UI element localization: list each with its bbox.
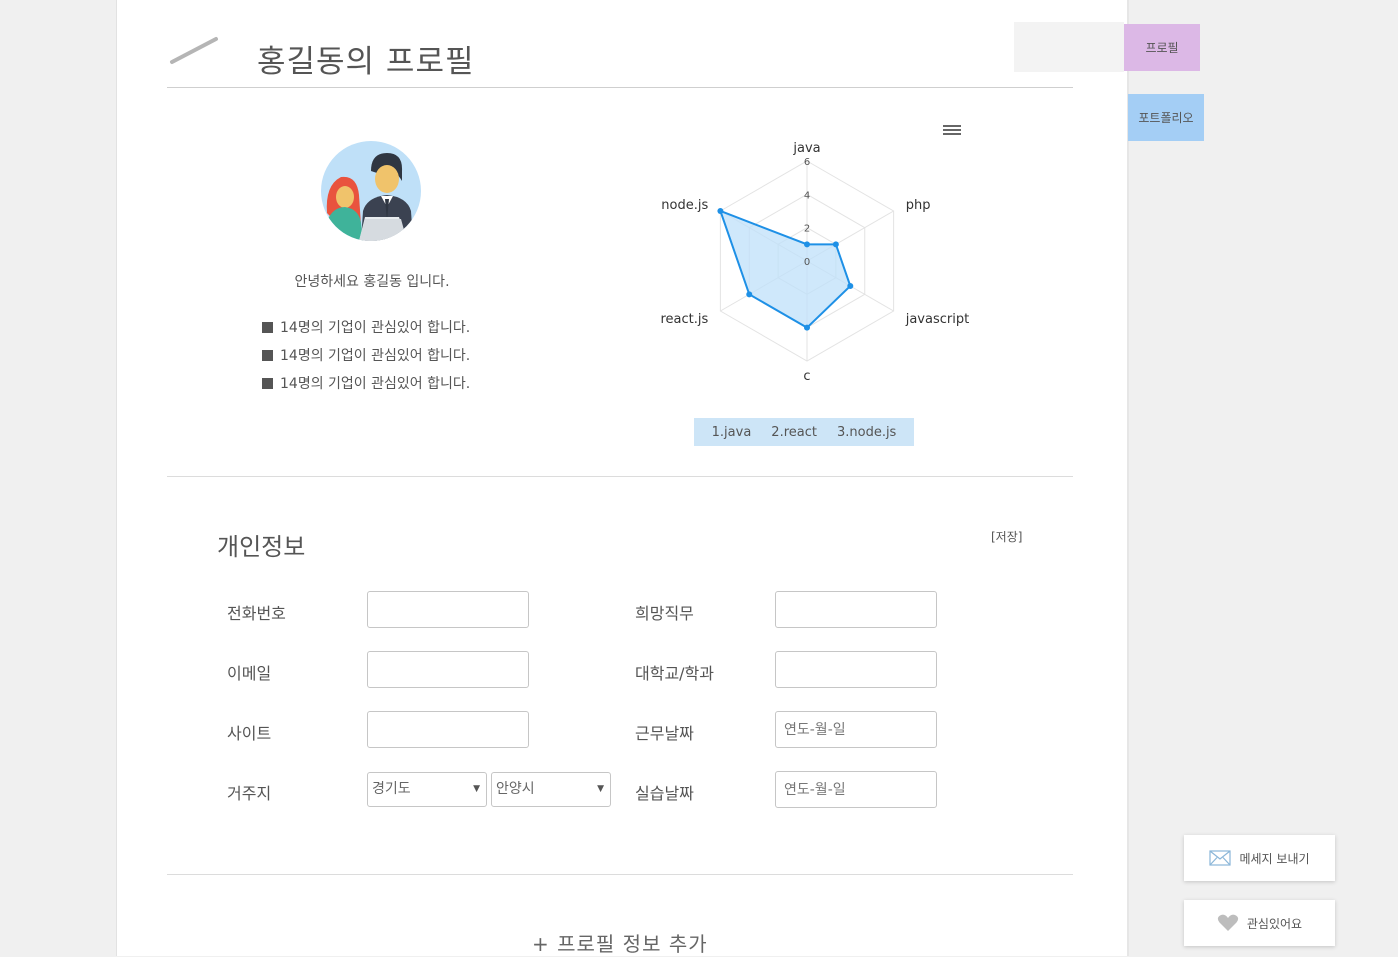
site-input[interactable] [367, 711, 529, 748]
legend-item: 1.java [711, 424, 752, 440]
main-panel: 홍길동의 프로필 안녕하세요 홍길동 입니다. 14명의 기업이 관심있어 합니… [116, 0, 1129, 956]
address-label: 거주지 [227, 784, 272, 803]
dropdown-arrow-icon: ▼ [597, 784, 604, 794]
category-label: php [906, 198, 931, 213]
page-title: 홍길동의 프로필 [257, 44, 475, 80]
data-point [804, 241, 810, 248]
category-label: react.js [660, 312, 708, 327]
chart-legend: 1.java 2.react 3.node.js [694, 418, 914, 446]
list-item: 14명의 기업이 관심있어 합니다. [262, 347, 470, 375]
interest-list: 14명의 기업이 관심있어 합니다. 14명의 기업이 관심있어 합니다. 14… [262, 319, 470, 403]
avatar-illustration-icon [321, 141, 421, 241]
hamburger-menu-icon[interactable] [943, 122, 961, 138]
section-title: 개인정보 [217, 533, 306, 561]
divider [1127, 0, 1129, 956]
school-label: 대학교/학과 [635, 664, 714, 683]
envelope-icon [1209, 850, 1232, 866]
email-label: 이메일 [227, 664, 272, 683]
heart-icon [1217, 914, 1239, 931]
send-message-button[interactable]: 메세지 보내기 [1184, 835, 1335, 881]
radial-tick-label: 4 [804, 190, 810, 201]
category-label: node.js [661, 198, 708, 213]
save-button[interactable]: [저장] [991, 528, 1022, 545]
province-value: 경기도 [372, 781, 411, 797]
data-point [717, 208, 724, 214]
work-date-input[interactable] [775, 711, 937, 748]
data-point [804, 324, 810, 331]
email-input[interactable] [367, 651, 529, 688]
square-bullet-icon [262, 378, 273, 389]
interest-text: 14명의 기업이 관심있어 합니다. [280, 376, 471, 392]
tab-portfolio[interactable]: 포트폴리오 [1128, 94, 1204, 141]
legend-item: 2.react [771, 424, 817, 440]
phone-input[interactable] [367, 591, 529, 628]
profile-summary: 안녕하세요 홍길동 입니다. 14명의 기업이 관심있어 합니다. 14명의 기… [167, 88, 1073, 477]
side-tab-background [1014, 22, 1124, 72]
tab-profile[interactable]: 프로필 [1124, 24, 1200, 71]
pen-icon [170, 37, 218, 64]
interest-button[interactable]: 관심있어요 [1184, 900, 1335, 946]
data-point [847, 283, 854, 289]
send-message-label: 메세지 보내기 [1239, 851, 1310, 866]
interest-text: 14명의 기업이 관심있어 합니다. [280, 348, 471, 364]
school-input[interactable] [775, 651, 937, 688]
radial-tick-label: 2 [804, 224, 810, 235]
phone-label: 전화번호 [227, 604, 286, 623]
data-point [746, 291, 753, 298]
square-bullet-icon [262, 322, 273, 333]
legend-item: 3.node.js [836, 424, 897, 440]
job-input[interactable] [775, 591, 937, 628]
list-item: 14명의 기업이 관심있어 합니다. [262, 319, 470, 347]
list-item: 14명의 기업이 관심있어 합니다. [262, 375, 470, 403]
work-date-label: 근무날짜 [635, 724, 694, 743]
province-select[interactable]: 경기도 ▼ [367, 772, 487, 807]
job-label: 희망직무 [635, 604, 694, 623]
category-label: java [792, 141, 820, 156]
intern-date-input[interactable] [775, 771, 937, 808]
city-select[interactable]: 안양시 ▼ [491, 772, 611, 807]
data-point [832, 241, 839, 248]
city-value: 안양시 [496, 781, 535, 797]
personal-info-section: 개인정보 [저장] 전화번호 이메일 사이트 거주지 경기도 ▼ 안양시 ▼ 희… [167, 477, 1073, 875]
add-profile-info-button[interactable]: + 프로필 정보 추가 [532, 928, 708, 957]
site-label: 사이트 [227, 724, 272, 743]
avatar [321, 141, 421, 241]
intern-date-label: 실습날짜 [635, 784, 694, 803]
series-area [718, 209, 852, 329]
radial-tick-label: 6 [804, 157, 810, 168]
page-header: 홍길동의 프로필 [167, 0, 1073, 88]
greeting-text: 안녕하세요 홍길동 입니다. [294, 274, 450, 290]
square-bullet-icon [262, 350, 273, 361]
dropdown-arrow-icon: ▼ [473, 784, 480, 794]
radial-tick-label: 0 [804, 257, 810, 268]
skills-radar-chart: 0 2 4 6java php javascript c react.js node.js [660, 141, 969, 384]
category-label: c [803, 369, 810, 384]
interest-text: 14명의 기업이 관심있어 합니다. [280, 320, 471, 336]
interest-label: 관심있어요 [1246, 916, 1303, 931]
category-label: javascript [905, 312, 969, 327]
